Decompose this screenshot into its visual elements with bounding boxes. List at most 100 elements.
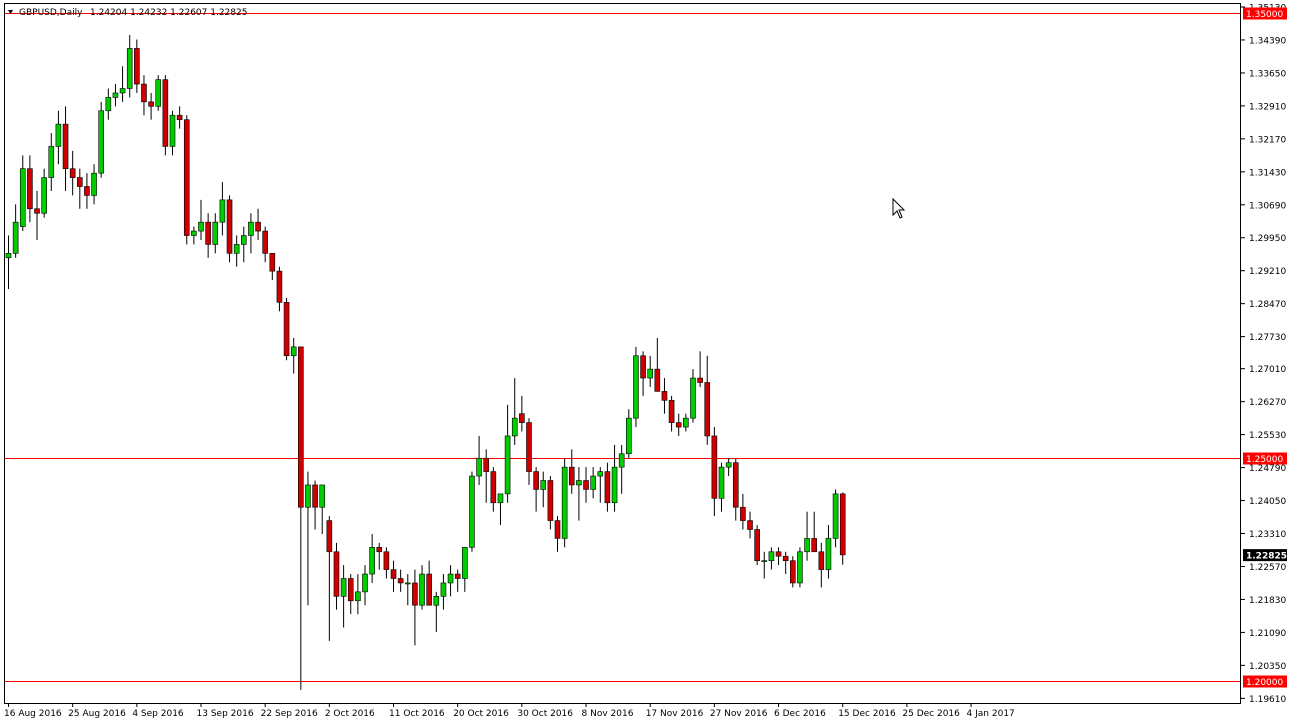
bull-candle-body: [248, 221, 254, 236]
bear-candle-body: [583, 480, 589, 490]
price-tick-label: 1.30690: [1249, 201, 1286, 211]
bull-candle-body: [98, 110, 104, 174]
time-tick-label: 6 Dec 2016: [774, 709, 826, 719]
bear-candle-body: [711, 435, 718, 499]
candlestick-chart[interactable]: 1.351301.343901.336501.329101.321701.314…: [0, 0, 1289, 726]
bull-candle-body: [718, 466, 725, 499]
time-tick-label: 13 Sep 2016: [197, 709, 254, 719]
time-tick-label: 25 Aug 2016: [68, 709, 126, 719]
chart-window[interactable]: 1.351301.343901.336501.329101.321701.314…: [0, 0, 1289, 726]
bull-candle-body: [476, 457, 482, 477]
bull-candle-body: [504, 435, 511, 495]
time-tick-label: 4 Jan 2017: [967, 709, 1015, 719]
bull-candle-body: [362, 573, 368, 593]
bull-candle-body: [119, 88, 126, 94]
bull-candle-body: [440, 582, 447, 597]
price-tick-label: 1.21090: [1249, 629, 1286, 639]
bear-candle-body: [697, 377, 703, 383]
bull-candle-body: [597, 471, 604, 477]
bear-candle-body: [255, 221, 261, 232]
bear-candle-body: [533, 471, 539, 490]
bear-candle-body: [148, 101, 154, 107]
time-tick-label: 30 Oct 2016: [517, 709, 573, 719]
horizontal-line-price-text: 1.35000: [1246, 10, 1283, 20]
price-tick-label: 1.27010: [1249, 365, 1286, 375]
candle: [633, 346, 639, 428]
bear-candle-body: [62, 123, 69, 169]
bull-candle-body: [155, 79, 162, 107]
bear-candle-body: [69, 168, 76, 178]
candle: [561, 458, 568, 548]
bull-candle-body: [5, 253, 12, 259]
bear-candle-body: [839, 493, 846, 556]
price-tick-label: 1.34390: [1249, 36, 1286, 46]
bull-candle-body: [497, 493, 504, 504]
bull-candle-body: [690, 377, 696, 419]
bear-candle-body: [519, 413, 525, 423]
time-tick-label: 2 Oct 2016: [325, 709, 375, 719]
bear-candle-body: [176, 114, 183, 120]
bear-candle-body: [376, 547, 383, 553]
bear-candle-body: [782, 555, 789, 561]
candle: [789, 556, 796, 588]
bull-candle-body: [219, 199, 226, 223]
price-tick-label: 1.19610: [1249, 695, 1286, 705]
bear-candle-body: [412, 582, 418, 606]
bull-candle-body: [797, 551, 803, 584]
bull-candle-body: [590, 475, 596, 490]
bear-candle-body: [34, 208, 40, 214]
bear-candle-body: [775, 551, 782, 557]
bear-candle-body: [640, 355, 646, 379]
bear-candle-body: [490, 471, 497, 504]
bull-candle-body: [91, 172, 97, 196]
bull-candle-body: [355, 591, 361, 602]
price-tick-label: 1.27730: [1249, 333, 1286, 343]
bear-candle-body: [141, 83, 147, 103]
bull-candle-body: [112, 92, 119, 98]
chart-ohlc-values: 1.24204 1.24232 1.22607 1.22825: [90, 8, 247, 18]
bear-candle-body: [27, 168, 33, 210]
bear-candle-body: [262, 230, 268, 254]
time-tick-label: 4 Sep 2016: [132, 709, 184, 719]
candle: [469, 471, 475, 552]
time-tick-label: 27 Nov 2016: [710, 709, 768, 719]
bear-candle-body: [668, 400, 675, 423]
bear-candle-body: [269, 253, 276, 272]
price-tick-label: 1.29950: [1249, 234, 1286, 244]
bear-candle-body: [426, 573, 432, 606]
time-tick-label: 20 Oct 2016: [453, 709, 509, 719]
price-tick-label: 1.24790: [1249, 464, 1286, 474]
bull-candle-body: [404, 582, 411, 585]
time-tick-label: 15 Dec 2016: [838, 709, 896, 719]
bull-candle-body: [683, 417, 689, 428]
bull-candle-body: [761, 560, 768, 562]
bear-candle-body: [526, 422, 532, 472]
bull-candle-body: [611, 466, 618, 504]
bull-candle-body: [212, 221, 219, 245]
bull-candle-body: [433, 596, 440, 606]
candle: [98, 101, 104, 178]
bear-candle-body: [333, 551, 340, 597]
bear-candle-body: [162, 79, 169, 147]
bull-candle-body: [126, 48, 133, 89]
horizontal-line-price-text: 1.25000: [1246, 455, 1283, 465]
bull-candle-body: [511, 417, 518, 437]
bull-candle-body: [290, 346, 297, 357]
price-tick-label: 1.25530: [1249, 431, 1286, 441]
bear-candle-body: [383, 551, 390, 570]
time-tick-label: 25 Dec 2016: [902, 709, 960, 719]
price-tick-label: 1.31430: [1249, 168, 1286, 178]
bear-candle-body: [732, 462, 739, 508]
bear-candle-body: [84, 186, 90, 196]
candle: [183, 115, 190, 245]
bull-candle-body: [191, 230, 197, 236]
bull-candle-body: [462, 547, 468, 579]
bull-candle-body: [369, 547, 375, 575]
current-price-label: 1.22825: [1243, 549, 1287, 562]
candle: [839, 492, 846, 565]
price-tick-label: 1.29210: [1249, 267, 1286, 277]
bear-candle-body: [811, 538, 817, 553]
bear-candle-body: [568, 466, 575, 486]
candle: [754, 525, 760, 566]
bull-candle-body: [804, 538, 810, 553]
